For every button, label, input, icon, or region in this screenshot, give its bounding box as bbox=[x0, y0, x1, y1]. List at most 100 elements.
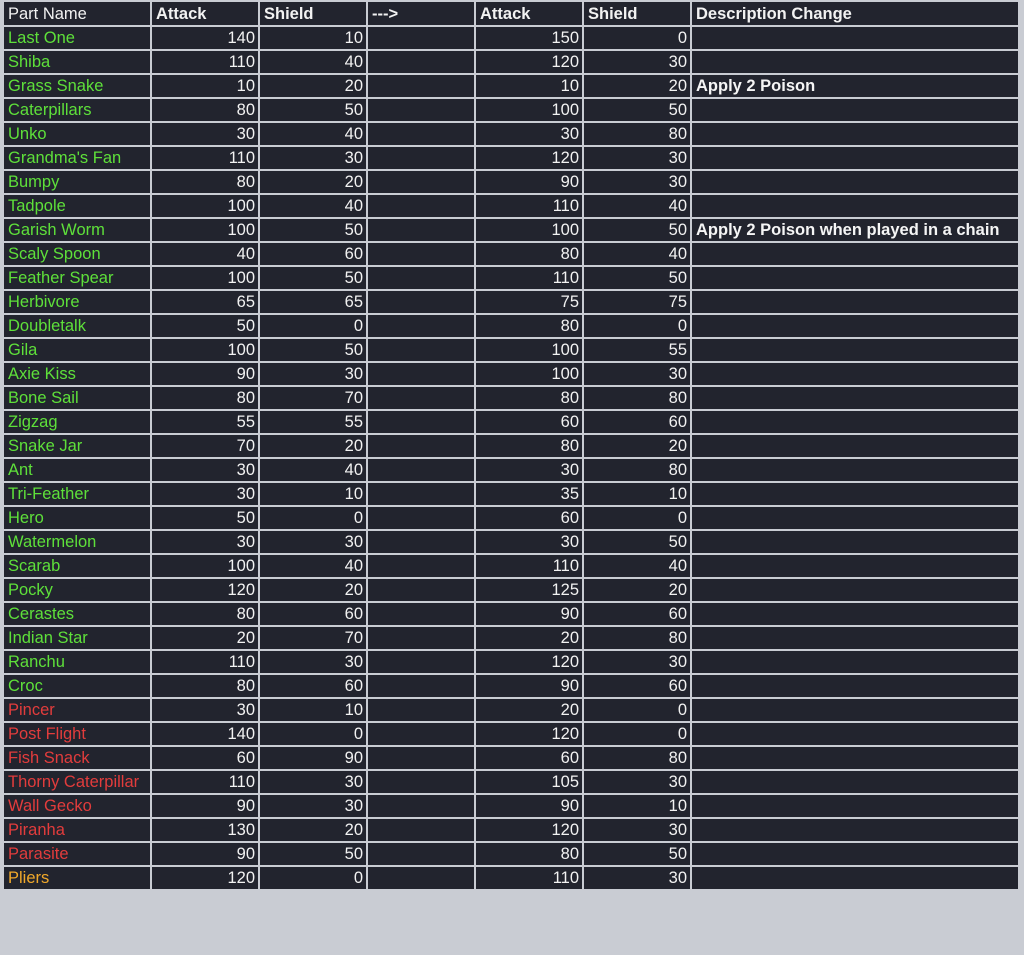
part-name-cell[interactable]: Scaly Spoon bbox=[2, 241, 152, 267]
shield-new-cell[interactable]: 30 bbox=[582, 49, 692, 75]
attack-new-cell[interactable]: 10 bbox=[474, 73, 584, 99]
part-name-cell[interactable]: Post Flight bbox=[2, 721, 152, 747]
description-cell[interactable] bbox=[690, 841, 1020, 867]
arrow-cell[interactable] bbox=[366, 673, 476, 699]
arrow-cell[interactable] bbox=[366, 529, 476, 555]
arrow-cell[interactable] bbox=[366, 217, 476, 243]
arrow-cell[interactable] bbox=[366, 505, 476, 531]
shield-new-cell[interactable]: 60 bbox=[582, 673, 692, 699]
description-cell[interactable]: Apply 2 Poison bbox=[690, 73, 1020, 99]
attack-old-cell[interactable]: 10 bbox=[150, 73, 260, 99]
description-cell[interactable] bbox=[690, 769, 1020, 795]
shield-new-cell[interactable]: 30 bbox=[582, 649, 692, 675]
attack-new-cell[interactable]: 60 bbox=[474, 505, 584, 531]
arrow-cell[interactable] bbox=[366, 313, 476, 339]
description-cell[interactable] bbox=[690, 49, 1020, 75]
shield-old-cell[interactable]: 50 bbox=[258, 337, 368, 363]
part-name-cell[interactable]: Gila bbox=[2, 337, 152, 363]
shield-old-cell[interactable]: 40 bbox=[258, 49, 368, 75]
part-name-cell[interactable]: Cerastes bbox=[2, 601, 152, 627]
shield-old-cell[interactable]: 20 bbox=[258, 73, 368, 99]
attack-old-cell[interactable]: 100 bbox=[150, 553, 260, 579]
attack-new-cell[interactable]: 100 bbox=[474, 217, 584, 243]
description-cell[interactable] bbox=[690, 97, 1020, 123]
part-name-cell[interactable]: Bumpy bbox=[2, 169, 152, 195]
attack-new-cell[interactable]: 20 bbox=[474, 697, 584, 723]
description-cell[interactable] bbox=[690, 721, 1020, 747]
attack-new-cell[interactable]: 80 bbox=[474, 313, 584, 339]
attack-new-cell[interactable]: 90 bbox=[474, 793, 584, 819]
description-cell[interactable]: Apply 2 Poison when played in a chain bbox=[690, 217, 1020, 243]
shield-old-cell[interactable]: 40 bbox=[258, 193, 368, 219]
arrow-cell[interactable] bbox=[366, 625, 476, 651]
attack-new-cell[interactable]: 120 bbox=[474, 817, 584, 843]
header-shield-new[interactable]: Shield bbox=[582, 0, 692, 27]
arrow-cell[interactable] bbox=[366, 193, 476, 219]
description-cell[interactable] bbox=[690, 169, 1020, 195]
attack-old-cell[interactable]: 80 bbox=[150, 97, 260, 123]
attack-old-cell[interactable]: 120 bbox=[150, 865, 260, 891]
shield-old-cell[interactable]: 10 bbox=[258, 481, 368, 507]
part-name-cell[interactable]: Doubletalk bbox=[2, 313, 152, 339]
arrow-cell[interactable] bbox=[366, 169, 476, 195]
shield-old-cell[interactable]: 60 bbox=[258, 673, 368, 699]
part-name-cell[interactable]: Grandma's Fan bbox=[2, 145, 152, 171]
description-cell[interactable] bbox=[690, 385, 1020, 411]
shield-old-cell[interactable]: 40 bbox=[258, 457, 368, 483]
attack-new-cell[interactable]: 100 bbox=[474, 97, 584, 123]
shield-old-cell[interactable]: 0 bbox=[258, 505, 368, 531]
description-cell[interactable] bbox=[690, 481, 1020, 507]
shield-new-cell[interactable]: 0 bbox=[582, 505, 692, 531]
attack-new-cell[interactable]: 80 bbox=[474, 841, 584, 867]
shield-new-cell[interactable]: 30 bbox=[582, 361, 692, 387]
attack-old-cell[interactable]: 140 bbox=[150, 721, 260, 747]
arrow-cell[interactable] bbox=[366, 361, 476, 387]
attack-old-cell[interactable]: 80 bbox=[150, 385, 260, 411]
attack-new-cell[interactable]: 110 bbox=[474, 193, 584, 219]
description-cell[interactable] bbox=[690, 121, 1020, 147]
attack-old-cell[interactable]: 110 bbox=[150, 649, 260, 675]
shield-new-cell[interactable]: 20 bbox=[582, 73, 692, 99]
attack-old-cell[interactable]: 100 bbox=[150, 265, 260, 291]
shield-old-cell[interactable]: 40 bbox=[258, 553, 368, 579]
arrow-cell[interactable] bbox=[366, 241, 476, 267]
attack-old-cell[interactable]: 60 bbox=[150, 745, 260, 771]
part-name-cell[interactable]: Ranchu bbox=[2, 649, 152, 675]
shield-new-cell[interactable]: 40 bbox=[582, 553, 692, 579]
shield-old-cell[interactable]: 20 bbox=[258, 817, 368, 843]
shield-old-cell[interactable]: 0 bbox=[258, 313, 368, 339]
shield-old-cell[interactable]: 50 bbox=[258, 217, 368, 243]
shield-new-cell[interactable]: 10 bbox=[582, 793, 692, 819]
part-name-cell[interactable]: Bone Sail bbox=[2, 385, 152, 411]
description-cell[interactable] bbox=[690, 793, 1020, 819]
description-cell[interactable] bbox=[690, 745, 1020, 771]
description-cell[interactable] bbox=[690, 673, 1020, 699]
shield-old-cell[interactable]: 30 bbox=[258, 361, 368, 387]
header-shield-old[interactable]: Shield bbox=[258, 0, 368, 27]
shield-new-cell[interactable]: 0 bbox=[582, 721, 692, 747]
description-cell[interactable] bbox=[690, 817, 1020, 843]
description-cell[interactable] bbox=[690, 625, 1020, 651]
description-cell[interactable] bbox=[690, 433, 1020, 459]
shield-new-cell[interactable]: 80 bbox=[582, 457, 692, 483]
description-cell[interactable] bbox=[690, 361, 1020, 387]
shield-old-cell[interactable]: 50 bbox=[258, 97, 368, 123]
shield-new-cell[interactable]: 75 bbox=[582, 289, 692, 315]
part-name-cell[interactable]: Indian Star bbox=[2, 625, 152, 651]
part-name-cell[interactable]: Grass Snake bbox=[2, 73, 152, 99]
header-attack-old[interactable]: Attack bbox=[150, 0, 260, 27]
description-cell[interactable] bbox=[690, 289, 1020, 315]
attack-new-cell[interactable]: 60 bbox=[474, 409, 584, 435]
part-name-cell[interactable]: Tadpole bbox=[2, 193, 152, 219]
attack-old-cell[interactable]: 20 bbox=[150, 625, 260, 651]
arrow-cell[interactable] bbox=[366, 73, 476, 99]
attack-new-cell[interactable]: 120 bbox=[474, 721, 584, 747]
part-name-cell[interactable]: Pocky bbox=[2, 577, 152, 603]
part-name-cell[interactable]: Thorny Caterpillar bbox=[2, 769, 152, 795]
shield-old-cell[interactable]: 0 bbox=[258, 865, 368, 891]
part-name-cell[interactable]: Fish Snack bbox=[2, 745, 152, 771]
shield-new-cell[interactable]: 0 bbox=[582, 25, 692, 51]
attack-old-cell[interactable]: 40 bbox=[150, 241, 260, 267]
arrow-cell[interactable] bbox=[366, 121, 476, 147]
arrow-cell[interactable] bbox=[366, 145, 476, 171]
